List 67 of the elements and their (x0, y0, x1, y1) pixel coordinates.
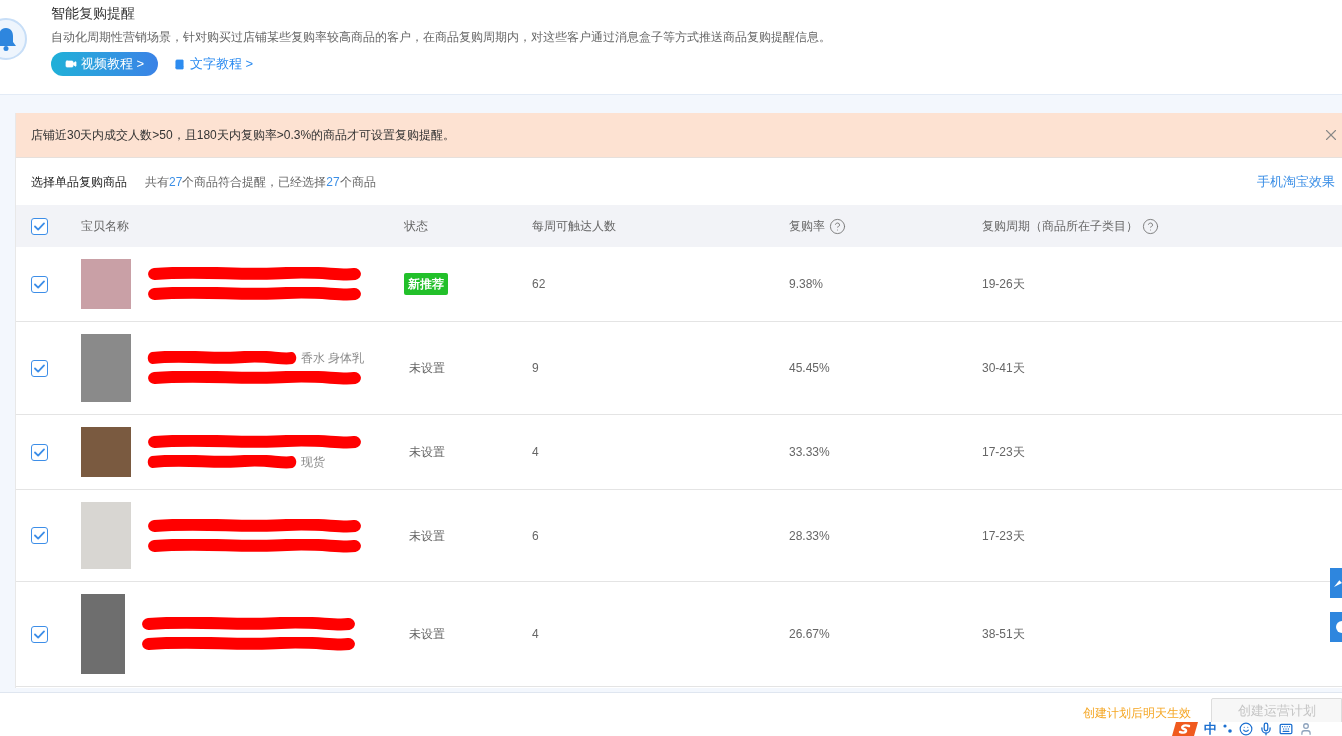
check-icon (34, 447, 45, 457)
checkbox[interactable] (31, 275, 48, 293)
help-icon[interactable] (829, 217, 846, 235)
checkbox[interactable] (31, 217, 48, 235)
ime-logo-icon[interactable] (1172, 722, 1198, 736)
check-icon (34, 221, 45, 231)
photo-placeholder (81, 427, 131, 477)
column-header: 复购率 (789, 218, 825, 235)
status-text: 未设置 (409, 527, 445, 545)
photo-placeholder (81, 334, 131, 402)
section-title: 选择单品复购商品 (31, 173, 127, 191)
repurchase-rate-cell-text: 9.38% (789, 276, 824, 293)
notice-text: 店铺近30天内成交人数>50，且180天内复购率>0.3%的商品才可设置复购提醒。 (31, 127, 457, 144)
repurchase-rate-cell-text: 45.45% (789, 360, 830, 377)
arrow-icon (1334, 579, 1342, 587)
ime-mode-toggle[interactable]: 中 (1204, 722, 1217, 736)
checkbox[interactable] (31, 359, 48, 377)
side-float-button[interactable] (1330, 612, 1342, 642)
status-badge: 新推荐 (404, 273, 448, 295)
checkbox[interactable] (31, 443, 48, 461)
repurchase-rate-cell-text: 26.67% (789, 626, 830, 643)
punctuation-icon[interactable] (1223, 724, 1233, 734)
weekly-reach-cell-text: 9 (532, 360, 539, 377)
effective-hint: 创建计划后明天生效 (1083, 705, 1191, 722)
check-icon (34, 629, 45, 639)
repurchase-rate-cell-text: 28.33% (789, 527, 830, 545)
chat-bubble-icon (1334, 621, 1342, 633)
weekly-reach-cell-text: 6 (532, 527, 539, 545)
text-tutorial-link[interactable]: 文字教程 > (174, 54, 254, 74)
book-icon (174, 58, 185, 70)
product-name-fragment: 香水 身体乳 (301, 350, 365, 367)
page-description: 自动化周期性营销场景，针对购买过店铺某些复购率较高商品的客户，在商品复购周期内，对这些客户通过消息盒子等方式推送商品复购提醒信息。 (51, 29, 831, 45)
check-icon (34, 531, 45, 540)
column-header: 复购周期（商品所在子类目） (982, 218, 1138, 235)
video-tutorial-button[interactable]: 视频教程 > (51, 52, 158, 76)
repurchase-cycle-cell-text: 30-41天 (982, 360, 1025, 377)
mobile-preview-link[interactable]: 手机淘宝效果 (1257, 171, 1335, 192)
check-icon (34, 279, 45, 289)
status-text: 未设置 (409, 444, 445, 461)
photo-placeholder (81, 259, 131, 309)
status-text: 未设置 (409, 626, 445, 643)
microphone-icon[interactable] (1259, 722, 1273, 736)
keyboard-icon[interactable] (1279, 722, 1293, 736)
check-icon (34, 363, 45, 373)
repurchase-cycle-cell-text: 19-26天 (982, 276, 1025, 293)
repurchase-rate-cell-text: 33.33% (789, 444, 830, 461)
status-text: 未设置 (409, 360, 445, 377)
column-header: 宝贝名称 (81, 218, 129, 235)
help-icon[interactable] (1142, 217, 1159, 235)
weekly-reach-cell-text: 4 (532, 626, 539, 643)
side-float-button[interactable] (1330, 568, 1342, 598)
column-header: 每周可触达人数 (532, 218, 616, 235)
repurchase-cycle-cell-text: 17-23天 (982, 444, 1025, 461)
weekly-reach-cell-text: 62 (532, 276, 546, 293)
page-title: 智能复购提醒 (51, 4, 136, 22)
emoji-icon[interactable] (1239, 722, 1253, 736)
product-name-fragment: 现货 (301, 454, 325, 471)
column-header: 状态 (404, 218, 428, 235)
checkbox[interactable] (31, 625, 48, 643)
user-icon[interactable] (1299, 722, 1313, 736)
weekly-reach-cell-text: 4 (532, 444, 539, 461)
photo-placeholder (81, 502, 131, 569)
selection-summary: 共有27个商品符合提醒，已经选择27个商品 (145, 173, 376, 191)
repurchase-cycle-cell-text: 38-51天 (982, 626, 1025, 643)
checkbox[interactable] (31, 527, 48, 544)
video-camera-icon (64, 58, 77, 70)
repurchase-cycle-cell-text: 17-23天 (982, 527, 1025, 545)
